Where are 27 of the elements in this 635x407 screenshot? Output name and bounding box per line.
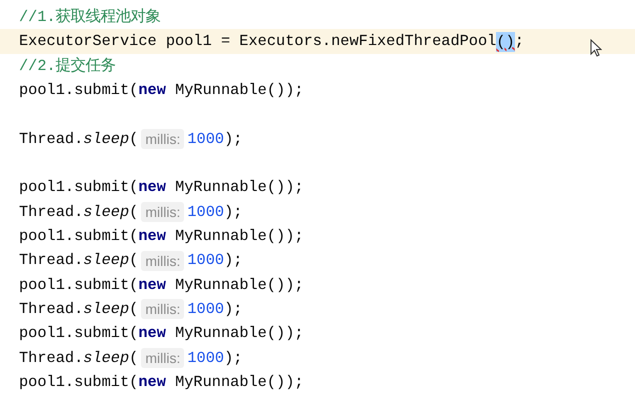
code-text: pool1.submit(new MyRunnable());	[19, 323, 304, 344]
parameter-hint: millis:	[141, 348, 184, 368]
code-text: Thread.sleep(	[19, 299, 138, 320]
code-text: ExecutorService pool1 = Executors.newFixedThreadPool	[19, 31, 496, 52]
code-text: Thread.sleep(	[19, 348, 138, 369]
code-text: Thread.sleep(	[19, 202, 138, 223]
code-text: 1000);	[187, 299, 242, 320]
code-comment: //1.获取线程池对象	[19, 7, 161, 28]
code-text: pool1.submit(new MyRunnable());	[19, 274, 304, 296]
code-text: Thread.sleep(	[19, 128, 138, 150]
code-text: pool1.submit(new MyRunnable());	[19, 177, 304, 198]
code-text: 1000);	[187, 128, 242, 150]
code-text: ;	[514, 31, 524, 52]
code-text: pool1.submit(new MyRunnable());	[19, 372, 304, 394]
parameter-hint: millis:	[141, 202, 184, 222]
code-text: pool1.submit(new MyRunnable());	[19, 80, 304, 102]
parameter-hint: millis:	[141, 250, 184, 271]
code-text: pool1.submit(new MyRunnable());	[19, 226, 304, 248]
parameter-hint: millis:	[141, 299, 184, 320]
code-comment: //2.提交任务	[19, 56, 116, 77]
code-text: 1000);	[187, 250, 242, 272]
code-text: 1000);	[187, 348, 242, 369]
mouse-pointer-icon	[590, 39, 602, 57]
parameter-hint: millis:	[141, 128, 184, 149]
code-text: Thread.sleep(	[19, 250, 138, 272]
matched-brace: ()	[496, 32, 515, 52]
code-text: 1000);	[187, 202, 242, 223]
